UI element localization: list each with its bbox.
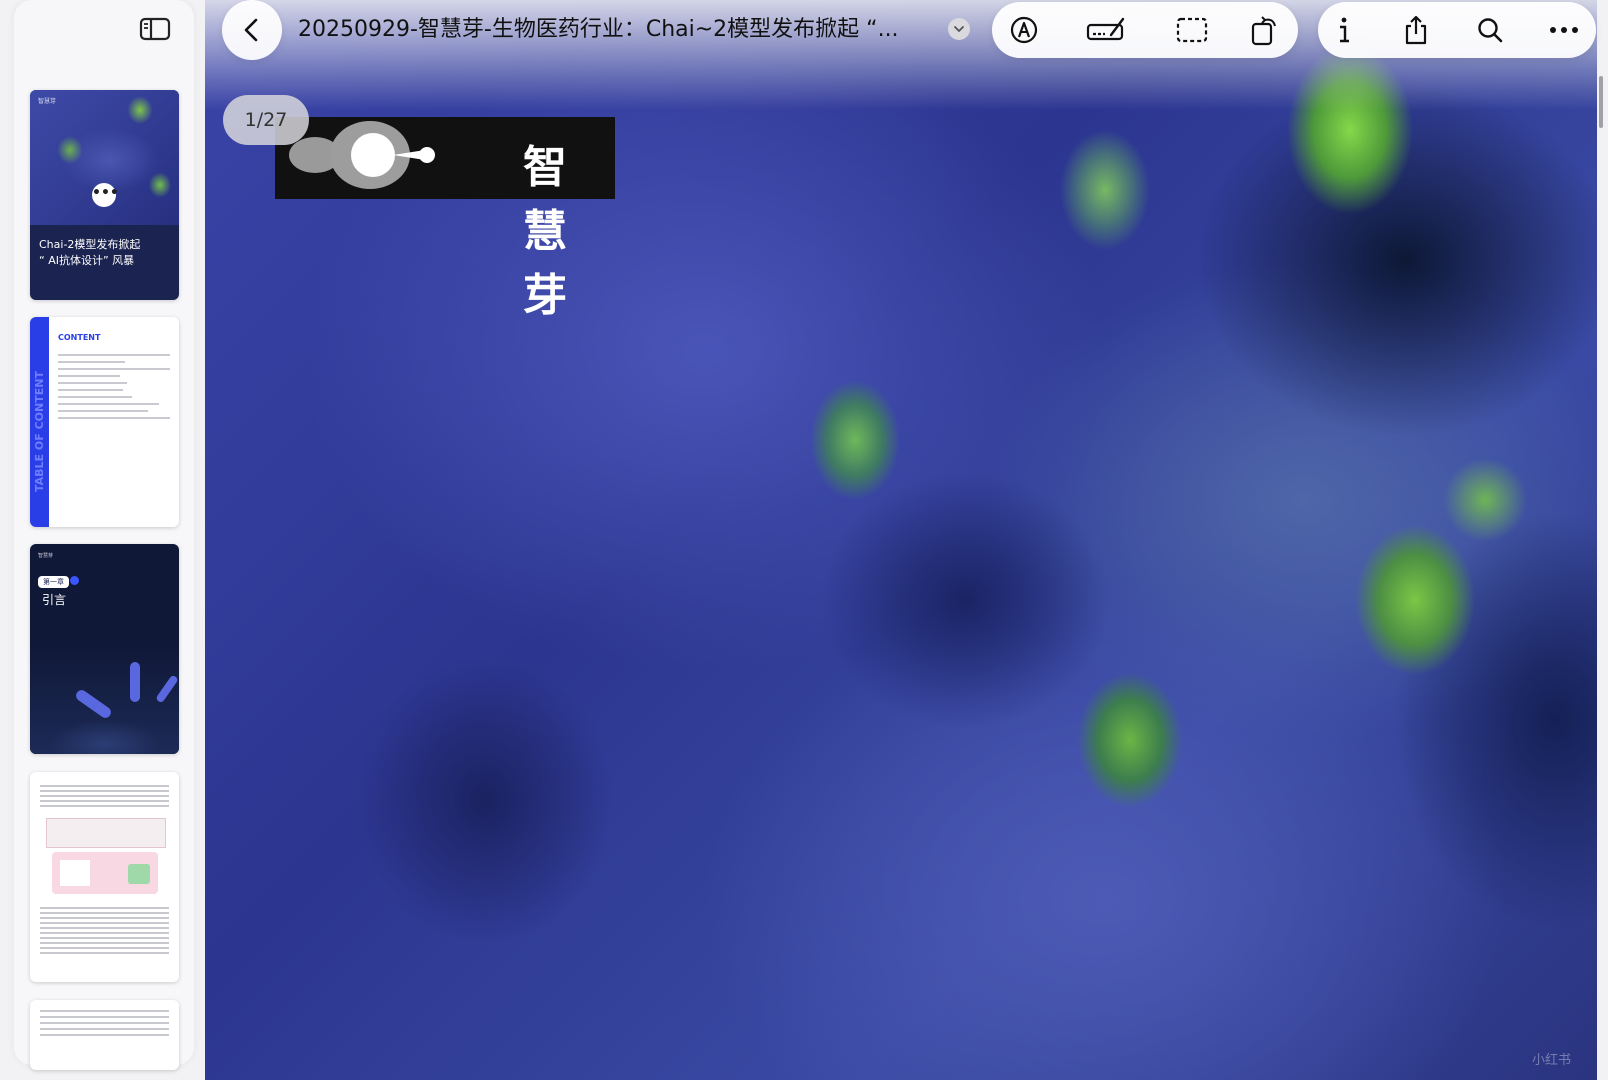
brand-logo-text: 智慧芽 bbox=[523, 142, 571, 321]
document-actions-toolbar bbox=[1318, 2, 1596, 58]
markup-pen-icon[interactable] bbox=[1006, 12, 1042, 48]
search-icon[interactable] bbox=[1472, 12, 1508, 48]
thumbnail-chapter-name: 引言 bbox=[42, 593, 67, 607]
watermark: 小红书 bbox=[1531, 1053, 1571, 1068]
back-button[interactable] bbox=[222, 0, 282, 60]
share-icon[interactable] bbox=[1398, 12, 1434, 48]
thumbnail-title-line1: Chai-2模型发布掀起 bbox=[39, 238, 141, 251]
thumbnail-title: Chai-2模型发布掀起 “ AI抗体设计” 风暴 bbox=[39, 237, 169, 269]
thumbnail-figure bbox=[46, 818, 166, 848]
ellipsis-icon[interactable] bbox=[1546, 12, 1582, 48]
sidebar-icon[interactable] bbox=[138, 14, 172, 44]
page-thumbnail-4[interactable] bbox=[30, 772, 179, 982]
thumbnail-toc-lines bbox=[58, 349, 170, 424]
thumbnail-more-button[interactable]: ••• bbox=[92, 183, 119, 207]
chevron-left-icon bbox=[244, 18, 258, 42]
thumbnail-brand: 智慧芽 bbox=[38, 98, 57, 105]
highlighter-icon[interactable] bbox=[1084, 12, 1128, 48]
page-indicator: 1/27 bbox=[223, 95, 309, 145]
page-thumbnail-3[interactable]: 智慧芽 第一章 引言 bbox=[30, 544, 179, 754]
thumbnail-chapter-dot bbox=[70, 576, 79, 585]
page-thumbnail-1[interactable]: 智慧芽 ••• Chai-2模型发布掀起 “ AI抗体设计” 风暴 bbox=[30, 90, 179, 300]
brand-logo-mark-icon bbox=[289, 121, 435, 189]
brand-logo: 智慧芽 bbox=[275, 117, 615, 321]
document-title[interactable]: 20250929-智慧芽-生物医药行业：Chai~2模型发布掀起 “... bbox=[298, 14, 918, 46]
title-menu-button[interactable] bbox=[948, 18, 970, 40]
info-icon[interactable] bbox=[1326, 12, 1362, 48]
thumbnail-text-lines bbox=[30, 772, 179, 807]
thumbnail-side-label: TABLE OF CONTENT bbox=[33, 371, 46, 492]
page-thumbnail-2[interactable]: TABLE OF CONTENT CONTENT bbox=[30, 317, 179, 527]
thumbnail-heading: CONTENT bbox=[58, 333, 101, 342]
page-thumbnail-5[interactable] bbox=[30, 1000, 179, 1070]
markup-toolbar bbox=[992, 2, 1298, 58]
thumbnail-title-line2: “ AI抗体设计” 风暴 bbox=[39, 254, 135, 267]
scroll-indicator[interactable] bbox=[1599, 76, 1603, 128]
thumbnail-figure-panel bbox=[60, 860, 90, 886]
selection-rectangle-icon[interactable] bbox=[1174, 12, 1210, 48]
chevron-down-icon bbox=[954, 26, 964, 32]
thumbnail-sidebar: 智慧芽 ••• Chai-2模型发布掀起 “ AI抗体设计” 风暴 TABLE … bbox=[14, 0, 194, 1070]
thumbnail-text-lines bbox=[30, 904, 179, 957]
thumbnail-chapter-badge: 第一章 bbox=[38, 576, 69, 588]
thumbnail-side-bar: TABLE OF CONTENT bbox=[30, 317, 49, 527]
document-page[interactable]: 智慧芽 小红书 bbox=[205, 0, 1597, 1080]
thumbnail-capsule-shape bbox=[130, 662, 140, 702]
rotate-icon[interactable] bbox=[1246, 12, 1282, 48]
thumbnail-brand: 智慧芽 bbox=[38, 553, 54, 559]
thumbnail-figure-panel bbox=[128, 864, 150, 884]
